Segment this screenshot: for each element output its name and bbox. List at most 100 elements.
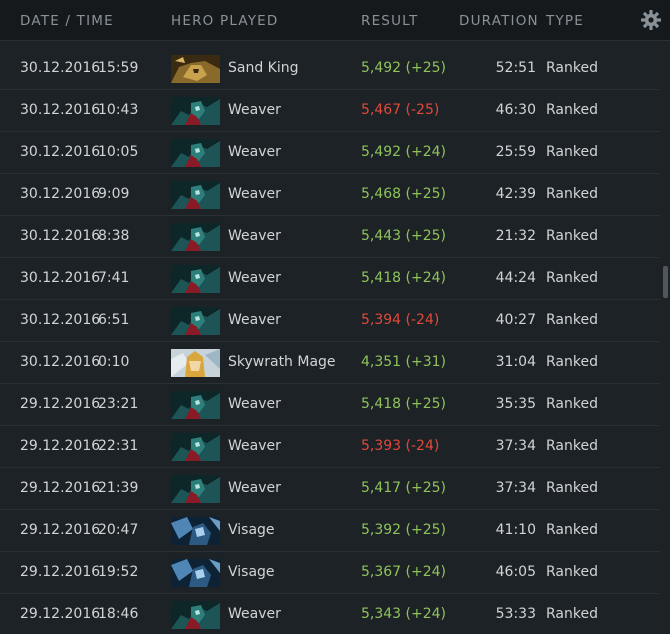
match-time: 10:43	[98, 102, 139, 118]
table-row[interactable]: 30.12.2016 9:09 Weaver 5,468 (+25) 42:39 Rank…	[0, 174, 660, 216]
header-duration[interactable]: DURATION	[459, 13, 539, 29]
match-result: 5,367 (+24)	[361, 564, 446, 580]
match-time: 0:10	[98, 354, 130, 370]
match-time: 15:59	[98, 60, 139, 76]
visage-portrait	[171, 559, 220, 587]
table-row[interactable]: 30.12.2016 6:51 Weaver 5,394 (-24) 40:27 Rank…	[0, 300, 660, 342]
hero-name: Visage	[228, 522, 275, 538]
match-result: 5,468 (+25)	[361, 186, 446, 202]
match-date: 30.12.2016	[20, 186, 101, 202]
match-type: Ranked	[546, 480, 598, 496]
match-duration: 53:33	[495, 606, 536, 622]
hero-name: Weaver	[228, 480, 281, 496]
table-header: DATE / TIME HERO PLAYED RESULT DURATION …	[0, 0, 670, 41]
hero-name: Weaver	[228, 270, 281, 286]
header-result[interactable]: RESULT	[361, 13, 418, 29]
table-row[interactable]: 29.12.2016 22:31 Weaver 5,393 (-24) 37:34 Ran…	[0, 426, 660, 468]
match-type: Ranked	[546, 522, 598, 538]
table-row[interactable]: 30.12.2016 0:10 Skywrath Mage 4,351 (+31) 31…	[0, 342, 660, 384]
match-type: Ranked	[546, 270, 598, 286]
match-time: 6:51	[98, 312, 130, 328]
hero-name: Weaver	[228, 186, 281, 202]
match-duration: 42:39	[495, 186, 536, 202]
match-result: 5,418 (+24)	[361, 270, 446, 286]
match-type: Ranked	[546, 60, 598, 76]
match-result: 5,492 (+25)	[361, 60, 446, 76]
gear-icon[interactable]	[640, 9, 662, 31]
header-hero-played[interactable]: HERO PLAYED	[171, 13, 279, 29]
match-duration: 44:24	[495, 270, 536, 286]
weaver-portrait	[171, 433, 220, 461]
match-time: 23:21	[98, 396, 139, 412]
weaver-portrait	[171, 265, 220, 293]
match-type: Ranked	[546, 228, 598, 244]
match-type: Ranked	[546, 564, 598, 580]
match-type: Ranked	[546, 144, 598, 160]
weaver-portrait	[171, 475, 220, 503]
match-duration: 46:30	[495, 102, 536, 118]
hero-name: Visage	[228, 564, 275, 580]
hero-name: Weaver	[228, 438, 281, 454]
match-type: Ranked	[546, 396, 598, 412]
scrollbar-thumb[interactable]	[663, 266, 668, 298]
match-time: 20:47	[98, 522, 139, 538]
weaver-portrait	[171, 223, 220, 251]
table-row[interactable]: 29.12.2016 18:46 Weaver 5,343 (+24) 53:33 Ran…	[0, 594, 660, 634]
match-date: 30.12.2016	[20, 102, 101, 118]
match-type: Ranked	[546, 102, 598, 118]
match-result: 5,443 (+25)	[361, 228, 446, 244]
hero-name: Weaver	[228, 144, 281, 160]
match-date: 30.12.2016	[20, 228, 101, 244]
match-result: 5,467 (-25)	[361, 102, 440, 118]
table-row[interactable]: 30.12.2016 15:59 Sand King 5,492 (+25) 52:51…	[0, 48, 660, 90]
match-duration: 52:51	[495, 60, 536, 76]
hero-name: Weaver	[228, 396, 281, 412]
match-result: 5,343 (+24)	[361, 606, 446, 622]
match-result: 5,492 (+24)	[361, 144, 446, 160]
weaver-portrait	[171, 391, 220, 419]
match-date: 29.12.2016	[20, 564, 101, 580]
table-row[interactable]: 30.12.2016 10:05 Weaver 5,492 (+24) 25:59 Ran…	[0, 132, 660, 174]
weaver-portrait	[171, 601, 220, 629]
match-date: 30.12.2016	[20, 60, 101, 76]
weaver-portrait	[171, 307, 220, 335]
match-type: Ranked	[546, 438, 598, 454]
match-date: 29.12.2016	[20, 606, 101, 622]
match-type: Ranked	[546, 354, 598, 370]
match-time: 19:52	[98, 564, 139, 580]
weaver-portrait	[171, 97, 220, 125]
match-time: 8:38	[98, 228, 130, 244]
weaver-portrait	[171, 139, 220, 167]
table-row[interactable]: 30.12.2016 7:41 Weaver 5,418 (+24) 44:24 Rank…	[0, 258, 660, 300]
match-duration: 35:35	[495, 396, 536, 412]
table-row[interactable]: 29.12.2016 20:47 Visage 5,392 (+25) 41:10 Ran…	[0, 510, 660, 552]
match-history-panel: 30.12.2016 15:59 Sand King 5,492 (+25) 52:51…	[0, 0, 670, 634]
match-duration: 41:10	[495, 522, 536, 538]
match-result: 5,418 (+25)	[361, 396, 446, 412]
hero-name: Sand King	[228, 60, 299, 76]
table-row[interactable]: 30.12.2016 10:43 Weaver 5,467 (-25) 46:30 Ran…	[0, 90, 660, 132]
match-result: 5,394 (-24)	[361, 312, 440, 328]
match-duration: 21:32	[495, 228, 536, 244]
sand-king-portrait	[171, 55, 220, 83]
match-result: 5,417 (+25)	[361, 480, 446, 496]
match-duration: 25:59	[495, 144, 536, 160]
match-duration: 37:34	[495, 438, 536, 454]
match-date: 29.12.2016	[20, 396, 101, 412]
match-result: 4,351 (+31)	[361, 354, 446, 370]
match-date: 30.12.2016	[20, 354, 101, 370]
match-time: 7:41	[98, 270, 130, 286]
match-type: Ranked	[546, 186, 598, 202]
hero-name: Skywrath Mage	[228, 354, 336, 370]
table-row[interactable]: 29.12.2016 21:39 Weaver 5,417 (+25) 37:34 Ran…	[0, 468, 660, 510]
visage-portrait	[171, 517, 220, 545]
header-date-time[interactable]: DATE / TIME	[20, 13, 114, 29]
match-time: 21:39	[98, 480, 139, 496]
match-type: Ranked	[546, 312, 598, 328]
table-row[interactable]: 29.12.2016 23:21 Weaver 5,418 (+25) 35:35 Ran…	[0, 384, 660, 426]
weaver-portrait	[171, 181, 220, 209]
table-row[interactable]: 30.12.2016 8:38 Weaver 5,443 (+25) 21:32 Rank…	[0, 216, 660, 258]
header-type[interactable]: TYPE	[546, 13, 584, 29]
match-time: 18:46	[98, 606, 139, 622]
table-row[interactable]: 29.12.2016 19:52 Visage 5,367 (+24) 46:05 Ran…	[0, 552, 660, 594]
